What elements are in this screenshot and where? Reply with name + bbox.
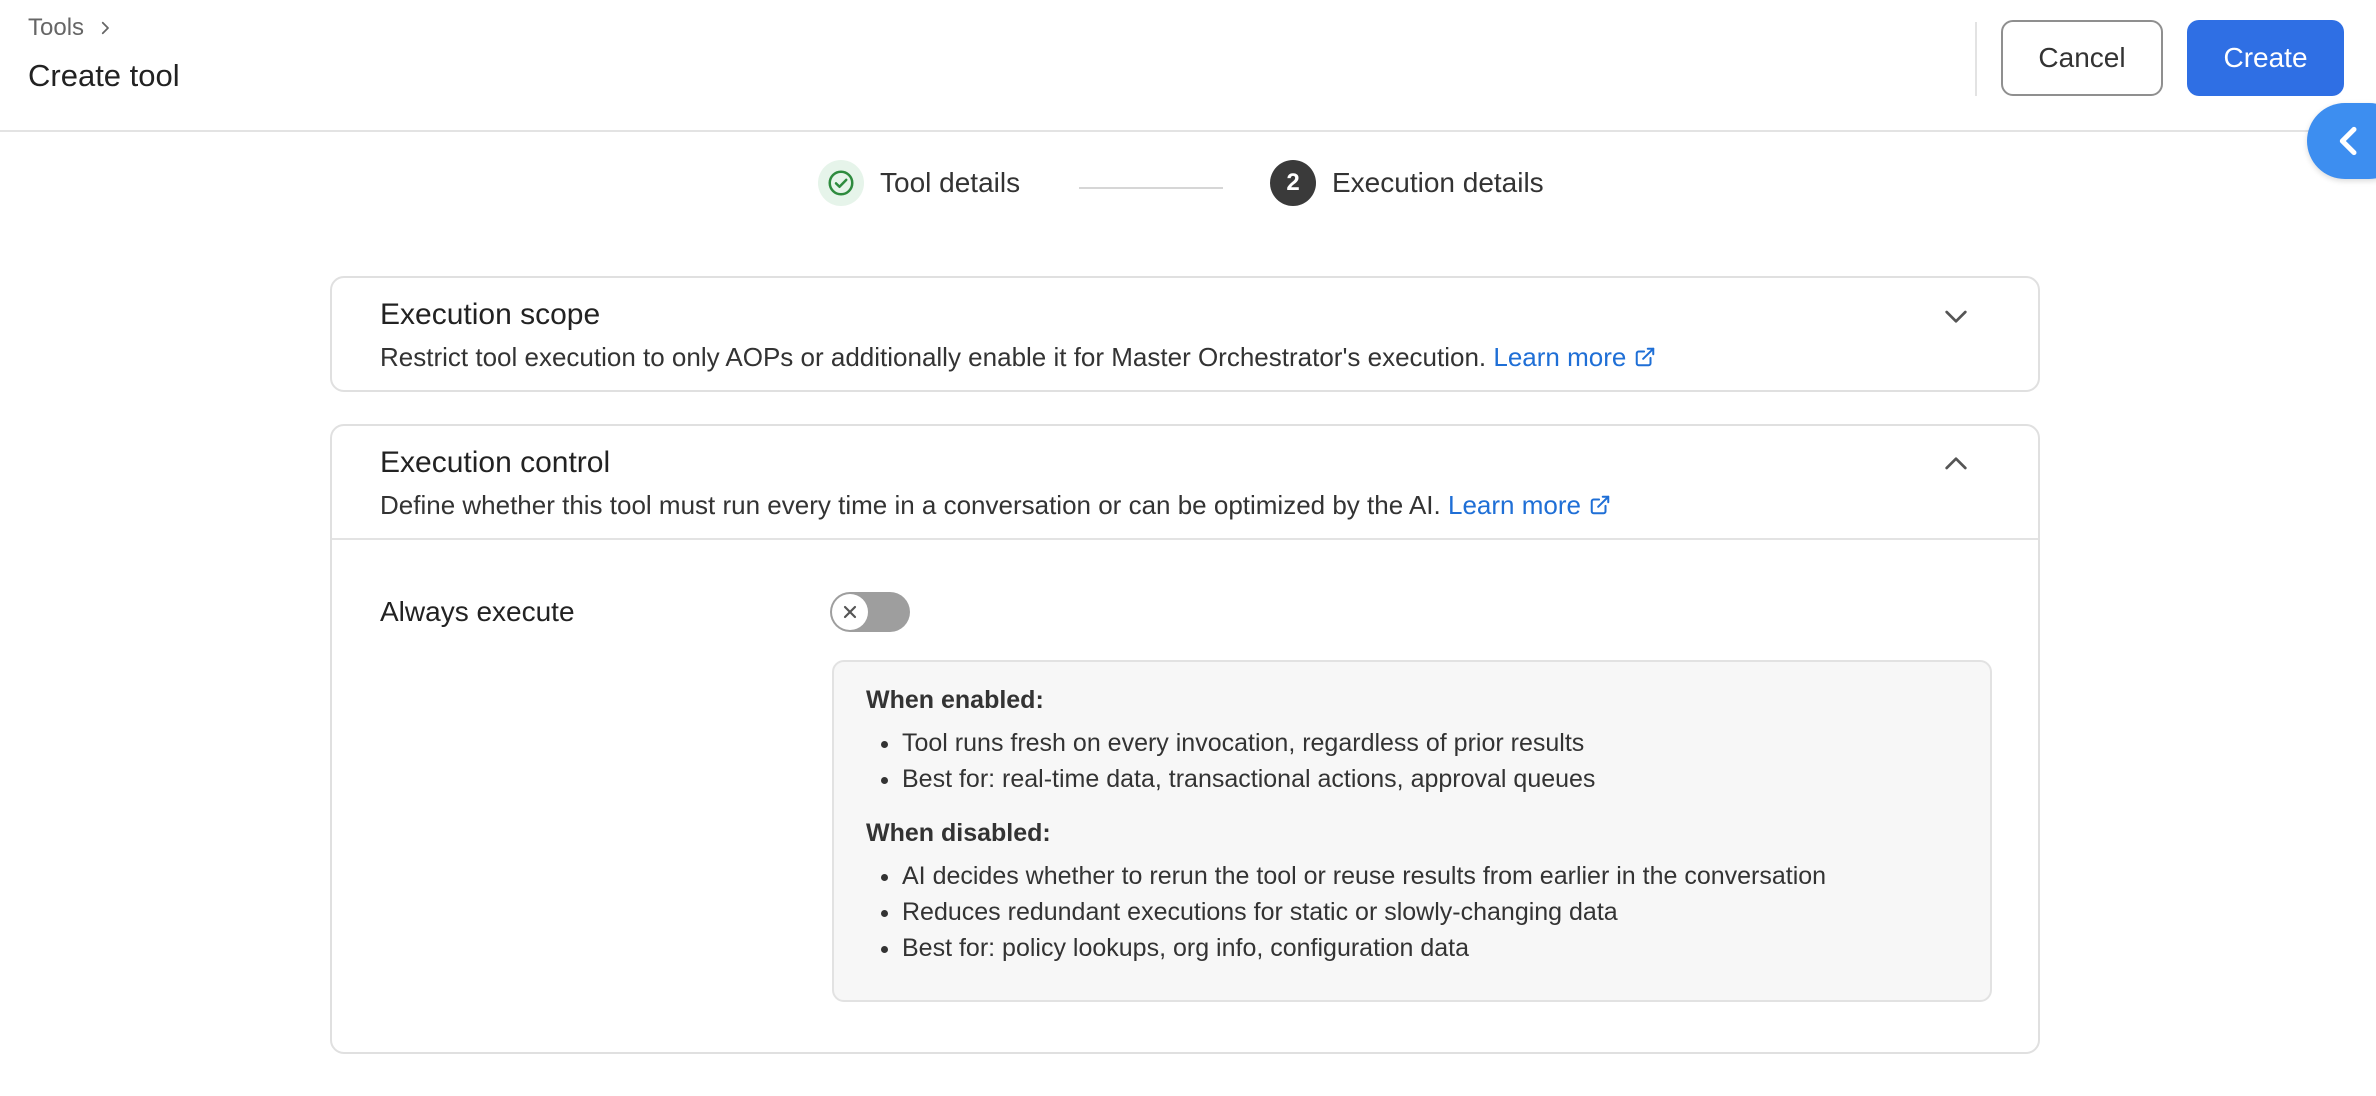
external-link-icon <box>1636 347 1655 367</box>
list-item: Reduces redundant executions for static … <box>902 894 1958 930</box>
list-item: Best for: real-time data, transactional … <box>902 761 1958 797</box>
breadcrumb-tools-link[interactable]: Tools <box>28 14 84 42</box>
section-description: Define whether this tool must run every … <box>380 490 1611 521</box>
create-button[interactable]: Create <box>2187 20 2344 96</box>
section-title: Execution scope <box>380 298 601 331</box>
always-execute-toggle[interactable] <box>830 592 910 632</box>
enabled-list: Tool runs fresh on every invocation, reg… <box>866 725 1958 797</box>
step-connector <box>1079 187 1223 189</box>
when-disabled-heading: When disabled: <box>866 819 1051 847</box>
section-description-text: Restrict tool execution to only AOPs or … <box>380 342 1487 372</box>
section-description: Restrict tool execution to only AOPs or … <box>380 342 1656 373</box>
learn-more-link[interactable]: Learn more <box>1493 342 1656 372</box>
page-title: Create tool <box>28 58 180 93</box>
step-label: Tool details <box>880 167 1021 198</box>
chevron-up-icon[interactable] <box>1940 448 1972 480</box>
step-label: Execution details <box>1332 167 1544 198</box>
list-item: AI decides whether to rerun the tool or … <box>902 858 1958 894</box>
execution-scope-section: Execution scope Restrict tool execution … <box>330 276 2040 392</box>
cancel-button[interactable]: Cancel <box>2001 20 2163 96</box>
learn-more-link[interactable]: Learn more <box>1448 490 1611 520</box>
disabled-list: AI decides whether to rerun the tool or … <box>866 858 1958 966</box>
when-enabled-heading: When enabled: <box>866 686 1044 714</box>
list-item: Tool runs fresh on every invocation, reg… <box>902 725 1958 761</box>
step-tool-details[interactable]: Tool details <box>818 160 1020 206</box>
chevron-left-icon <box>2339 126 2357 156</box>
learn-more-label: Learn more <box>1493 342 1627 372</box>
list-item: Best for: policy lookups, org info, conf… <box>902 930 1958 966</box>
external-link-icon <box>1590 495 1610 515</box>
toggle-knob <box>832 594 868 630</box>
page-header: Tools Create tool Cancel Create <box>0 0 2376 132</box>
section-description-text: Define whether this tool must run every … <box>380 490 1441 520</box>
step-execution-details[interactable]: 2 Execution details <box>1270 160 1544 206</box>
section-divider <box>332 538 2038 540</box>
execution-info-box: When enabled: Tool runs fresh on every i… <box>832 660 1992 1002</box>
section-title: Execution control <box>380 446 611 479</box>
breadcrumb: Tools <box>28 14 114 42</box>
always-execute-label: Always execute <box>380 596 575 627</box>
chevron-down-icon[interactable] <box>1940 300 1972 332</box>
execution-control-section: Execution control Define whether this to… <box>330 424 2040 1054</box>
step-number-badge: 2 <box>1270 160 1316 206</box>
header-divider <box>1975 22 1977 96</box>
check-circle-icon <box>828 170 854 196</box>
stepper: Tool details 2 Execution details <box>0 160 2376 216</box>
chevron-right-icon <box>101 21 109 35</box>
learn-more-label: Learn more <box>1448 490 1581 520</box>
x-icon <box>843 605 857 619</box>
step-complete-badge <box>818 160 864 206</box>
